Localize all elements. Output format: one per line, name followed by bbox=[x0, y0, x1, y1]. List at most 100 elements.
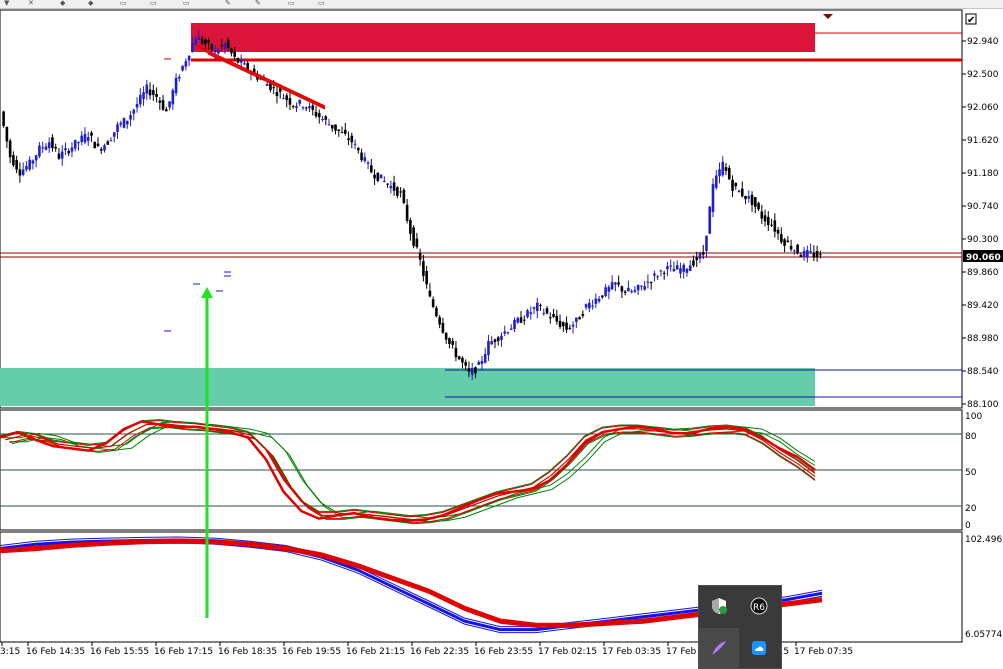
candle-body bbox=[614, 282, 617, 285]
candle-body bbox=[239, 60, 243, 63]
indicator-max-label: 102.4962 bbox=[965, 535, 1003, 545]
candle-body bbox=[174, 77, 178, 94]
candle-body bbox=[509, 328, 513, 330]
candle-body bbox=[653, 273, 656, 276]
candle-body bbox=[21, 169, 25, 175]
candle-body bbox=[57, 153, 61, 159]
candle-body bbox=[80, 135, 84, 142]
candle-body bbox=[724, 167, 728, 171]
candle-body bbox=[548, 317, 552, 319]
candle-body bbox=[812, 252, 816, 258]
candle-body bbox=[366, 162, 370, 164]
candle-body bbox=[522, 319, 526, 321]
candle-body bbox=[412, 227, 415, 246]
candle-body bbox=[285, 95, 289, 101]
time-label: 16 Feb 18:35 bbox=[218, 647, 277, 657]
candle-body bbox=[213, 49, 217, 53]
candle-body bbox=[737, 190, 741, 193]
candle-body bbox=[809, 251, 812, 253]
candle-body bbox=[8, 140, 12, 158]
candle-body bbox=[806, 250, 809, 257]
candle-body bbox=[757, 202, 760, 210]
candle-body bbox=[480, 360, 484, 364]
candle-body bbox=[633, 290, 637, 292]
candle-body bbox=[718, 169, 721, 177]
main-chart-pane[interactable] bbox=[0, 9, 963, 409]
blender-icon[interactable]: R6 bbox=[739, 586, 779, 626]
candle-body bbox=[431, 299, 435, 308]
price-chart[interactable]: 92.940 92.500 92.060 91.620 91.180 90.740 90.3… bbox=[0, 0, 1003, 667]
candle-body bbox=[607, 286, 611, 292]
candle-body bbox=[581, 313, 585, 316]
candle-body bbox=[70, 147, 74, 152]
current-price-label: 90.060 bbox=[966, 253, 1001, 263]
time-label: 3:15 bbox=[0, 647, 20, 657]
candle-body bbox=[682, 264, 686, 272]
supply-zone-rect[interactable] bbox=[191, 23, 815, 52]
candle-body bbox=[594, 298, 598, 304]
candle-body bbox=[610, 282, 614, 290]
candle-body bbox=[383, 180, 386, 182]
defender-shield-icon[interactable] bbox=[699, 586, 739, 626]
candle-body bbox=[597, 298, 601, 302]
candle-body bbox=[695, 257, 699, 261]
candle-body bbox=[112, 132, 116, 137]
candle-body bbox=[493, 339, 497, 343]
candle-body bbox=[103, 145, 106, 151]
candle-body bbox=[789, 246, 793, 250]
demand-zone-rect[interactable] bbox=[0, 368, 815, 406]
candle-body bbox=[454, 347, 458, 358]
candle-body bbox=[119, 122, 123, 125]
indicator-min-label: 6.05774 bbox=[965, 630, 1002, 640]
candle-body bbox=[197, 36, 201, 40]
candle-body bbox=[28, 159, 31, 170]
candle-body bbox=[571, 324, 575, 327]
candle-body bbox=[386, 183, 389, 185]
cloud-storage-icon[interactable] bbox=[739, 628, 779, 668]
candle-body bbox=[282, 98, 285, 100]
candle-body bbox=[617, 282, 620, 285]
candle-body bbox=[337, 129, 341, 132]
candle-body bbox=[659, 270, 663, 272]
candle-body bbox=[396, 187, 399, 196]
candle-body bbox=[555, 315, 559, 322]
svg-text:R6: R6 bbox=[753, 603, 765, 613]
candle-body bbox=[217, 50, 220, 54]
stochastic-level-label: 100 bbox=[965, 412, 982, 422]
candle-body bbox=[64, 148, 67, 151]
candle-body bbox=[272, 87, 276, 89]
feather-pen-icon[interactable] bbox=[699, 628, 739, 668]
candle-body bbox=[363, 157, 367, 161]
candle-body bbox=[643, 286, 646, 290]
candle-body bbox=[435, 307, 438, 317]
candle-body bbox=[334, 124, 337, 131]
price-label: 89.420 bbox=[967, 301, 999, 311]
candle-body bbox=[448, 338, 451, 344]
candle-body bbox=[575, 317, 578, 322]
candle-body bbox=[516, 318, 520, 323]
candle-body bbox=[731, 179, 734, 191]
candle-body bbox=[288, 98, 292, 105]
candle-body bbox=[753, 197, 757, 207]
candle-body bbox=[5, 127, 9, 142]
candle-body bbox=[194, 38, 197, 45]
candle-body bbox=[542, 312, 546, 314]
candle-body bbox=[760, 211, 764, 219]
candle-body bbox=[692, 260, 695, 266]
candle-body bbox=[623, 291, 627, 293]
candle-body bbox=[444, 332, 448, 340]
price-label: 92.500 bbox=[967, 70, 999, 80]
candle-body bbox=[428, 290, 432, 297]
candle-body bbox=[226, 39, 230, 49]
candle-body bbox=[370, 165, 373, 173]
candle-body bbox=[405, 204, 409, 221]
time-label: 16 Feb 19:55 bbox=[282, 647, 341, 657]
candle-body bbox=[44, 146, 48, 150]
price-label: 90.740 bbox=[967, 202, 999, 212]
candle-body bbox=[148, 89, 152, 96]
candle-body bbox=[125, 120, 129, 125]
candle-body bbox=[31, 160, 35, 164]
candle-body bbox=[679, 268, 682, 274]
candle-body bbox=[96, 143, 100, 147]
candle-body bbox=[357, 147, 360, 151]
